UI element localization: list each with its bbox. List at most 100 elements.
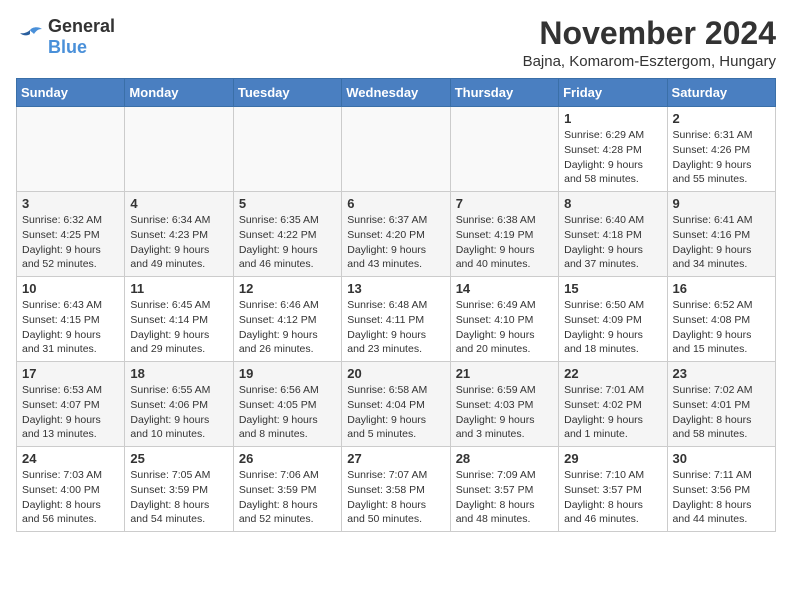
- day-info: Sunrise: 6:32 AM Sunset: 4:25 PM Dayligh…: [22, 213, 119, 272]
- day-info: Sunrise: 6:41 AM Sunset: 4:16 PM Dayligh…: [673, 213, 770, 272]
- header-wednesday: Wednesday: [342, 79, 450, 107]
- title-area: November 2024 Bajna, Komarom-Esztergom, …: [523, 16, 776, 70]
- calendar-cell: [342, 107, 450, 192]
- day-number: 15: [564, 281, 661, 296]
- calendar-cell: 5 Sunrise: 6:35 AM Sunset: 4:22 PM Daylig…: [233, 192, 341, 277]
- day-info: Sunrise: 6:52 AM Sunset: 4:08 PM Dayligh…: [673, 298, 770, 357]
- calendar-cell: [450, 107, 558, 192]
- day-info: Sunrise: 6:56 AM Sunset: 4:05 PM Dayligh…: [239, 383, 336, 442]
- calendar-cell: 29 Sunrise: 7:10 AM Sunset: 3:57 PM Dayli…: [559, 447, 667, 532]
- day-number: 27: [347, 451, 444, 466]
- day-info: Sunrise: 7:07 AM Sunset: 3:58 PM Dayligh…: [347, 468, 444, 527]
- day-number: 5: [239, 196, 336, 211]
- calendar-cell: 21 Sunrise: 6:59 AM Sunset: 4:03 PM Dayli…: [450, 362, 558, 447]
- calendar-cell: 23Sunrise: 7:02 AM Sunset: 4:01 PM Dayli…: [667, 362, 775, 447]
- calendar-cell: 2Sunrise: 6:31 AM Sunset: 4:26 PM Daylig…: [667, 107, 775, 192]
- calendar-cell: 15 Sunrise: 6:50 AM Sunset: 4:09 PM Dayli…: [559, 277, 667, 362]
- header-friday: Friday: [559, 79, 667, 107]
- logo: General Blue: [16, 16, 115, 58]
- day-info: Sunrise: 7:06 AM Sunset: 3:59 PM Dayligh…: [239, 468, 336, 527]
- day-number: 29: [564, 451, 661, 466]
- month-title: November 2024: [523, 16, 776, 51]
- day-number: 18: [130, 366, 227, 381]
- day-number: 22: [564, 366, 661, 381]
- day-number: 2: [673, 111, 770, 126]
- location-title: Bajna, Komarom-Esztergom, Hungary: [523, 53, 776, 70]
- header-monday: Monday: [125, 79, 233, 107]
- day-number: 28: [456, 451, 553, 466]
- header-saturday: Saturday: [667, 79, 775, 107]
- day-number: 6: [347, 196, 444, 211]
- day-number: 20: [347, 366, 444, 381]
- calendar-week-row: 3 Sunrise: 6:32 AM Sunset: 4:25 PM Daylig…: [17, 192, 776, 277]
- day-number: 14: [456, 281, 553, 296]
- day-number: 11: [130, 281, 227, 296]
- day-number: 21: [456, 366, 553, 381]
- day-info: Sunrise: 6:40 AM Sunset: 4:18 PM Dayligh…: [564, 213, 661, 272]
- day-number: 3: [22, 196, 119, 211]
- calendar-cell: 6Sunrise: 6:37 AM Sunset: 4:20 PM Daylig…: [342, 192, 450, 277]
- day-info: Sunrise: 6:55 AM Sunset: 4:06 PM Dayligh…: [130, 383, 227, 442]
- calendar-cell: 12Sunrise: 6:46 AM Sunset: 4:12 PM Dayli…: [233, 277, 341, 362]
- day-info: Sunrise: 7:09 AM Sunset: 3:57 PM Dayligh…: [456, 468, 553, 527]
- calendar-week-row: 1Sunrise: 6:29 AM Sunset: 4:28 PM Daylig…: [17, 107, 776, 192]
- day-number: 25: [130, 451, 227, 466]
- day-info: Sunrise: 6:45 AM Sunset: 4:14 PM Dayligh…: [130, 298, 227, 357]
- calendar-cell: 11 Sunrise: 6:45 AM Sunset: 4:14 PM Dayli…: [125, 277, 233, 362]
- day-info: Sunrise: 6:59 AM Sunset: 4:03 PM Dayligh…: [456, 383, 553, 442]
- calendar-cell: 20Sunrise: 6:58 AM Sunset: 4:04 PM Dayli…: [342, 362, 450, 447]
- day-number: 19: [239, 366, 336, 381]
- day-info: Sunrise: 6:46 AM Sunset: 4:12 PM Dayligh…: [239, 298, 336, 357]
- day-info: Sunrise: 6:49 AM Sunset: 4:10 PM Dayligh…: [456, 298, 553, 357]
- calendar-cell: 13 Sunrise: 6:48 AM Sunset: 4:11 PM Dayli…: [342, 277, 450, 362]
- calendar-cell: 30Sunrise: 7:11 AM Sunset: 3:56 PM Dayli…: [667, 447, 775, 532]
- page-header: General Blue November 2024 Bajna, Komaro…: [16, 16, 776, 70]
- day-number: 13: [347, 281, 444, 296]
- calendar-cell: 28 Sunrise: 7:09 AM Sunset: 3:57 PM Dayli…: [450, 447, 558, 532]
- calendar-header-row: SundayMondayTuesdayWednesdayThursdayFrid…: [17, 79, 776, 107]
- calendar-cell: 19 Sunrise: 6:56 AM Sunset: 4:05 PM Dayli…: [233, 362, 341, 447]
- logo-bird-icon: [16, 26, 44, 48]
- logo-text: General Blue: [48, 16, 115, 58]
- calendar-cell: 4Sunrise: 6:34 AM Sunset: 4:23 PM Daylig…: [125, 192, 233, 277]
- day-info: Sunrise: 6:53 AM Sunset: 4:07 PM Dayligh…: [22, 383, 119, 442]
- day-info: Sunrise: 6:48 AM Sunset: 4:11 PM Dayligh…: [347, 298, 444, 357]
- day-info: Sunrise: 6:43 AM Sunset: 4:15 PM Dayligh…: [22, 298, 119, 357]
- day-number: 16: [673, 281, 770, 296]
- calendar-cell: [17, 107, 125, 192]
- day-info: Sunrise: 7:11 AM Sunset: 3:56 PM Dayligh…: [673, 468, 770, 527]
- day-info: Sunrise: 7:03 AM Sunset: 4:00 PM Dayligh…: [22, 468, 119, 527]
- day-info: Sunrise: 7:01 AM Sunset: 4:02 PM Dayligh…: [564, 383, 661, 442]
- logo-general: General: [48, 16, 115, 36]
- calendar-cell: 10 Sunrise: 6:43 AM Sunset: 4:15 PM Dayli…: [17, 277, 125, 362]
- calendar-cell: 26 Sunrise: 7:06 AM Sunset: 3:59 PM Dayli…: [233, 447, 341, 532]
- calendar-cell: 27 Sunrise: 7:07 AM Sunset: 3:58 PM Dayli…: [342, 447, 450, 532]
- day-number: 24: [22, 451, 119, 466]
- calendar-cell: [125, 107, 233, 192]
- calendar-cell: 22 Sunrise: 7:01 AM Sunset: 4:02 PM Dayli…: [559, 362, 667, 447]
- header-thursday: Thursday: [450, 79, 558, 107]
- calendar-cell: 14 Sunrise: 6:49 AM Sunset: 4:10 PM Dayli…: [450, 277, 558, 362]
- day-info: Sunrise: 7:05 AM Sunset: 3:59 PM Dayligh…: [130, 468, 227, 527]
- calendar-cell: 7Sunrise: 6:38 AM Sunset: 4:19 PM Daylig…: [450, 192, 558, 277]
- day-number: 9: [673, 196, 770, 211]
- day-number: 17: [22, 366, 119, 381]
- day-info: Sunrise: 7:02 AM Sunset: 4:01 PM Dayligh…: [673, 383, 770, 442]
- day-info: Sunrise: 6:50 AM Sunset: 4:09 PM Dayligh…: [564, 298, 661, 357]
- calendar-cell: 1Sunrise: 6:29 AM Sunset: 4:28 PM Daylig…: [559, 107, 667, 192]
- header-tuesday: Tuesday: [233, 79, 341, 107]
- calendar-week-row: 24 Sunrise: 7:03 AM Sunset: 4:00 PM Dayli…: [17, 447, 776, 532]
- calendar-cell: 17 Sunrise: 6:53 AM Sunset: 4:07 PM Dayli…: [17, 362, 125, 447]
- calendar-cell: 3 Sunrise: 6:32 AM Sunset: 4:25 PM Daylig…: [17, 192, 125, 277]
- header-sunday: Sunday: [17, 79, 125, 107]
- calendar-cell: [233, 107, 341, 192]
- day-number: 10: [22, 281, 119, 296]
- day-number: 1: [564, 111, 661, 126]
- day-info: Sunrise: 6:38 AM Sunset: 4:19 PM Dayligh…: [456, 213, 553, 272]
- day-info: Sunrise: 6:35 AM Sunset: 4:22 PM Dayligh…: [239, 213, 336, 272]
- calendar-cell: 16 Sunrise: 6:52 AM Sunset: 4:08 PM Dayli…: [667, 277, 775, 362]
- calendar-cell: 24 Sunrise: 7:03 AM Sunset: 4:00 PM Dayli…: [17, 447, 125, 532]
- calendar-cell: 18 Sunrise: 6:55 AM Sunset: 4:06 PM Dayli…: [125, 362, 233, 447]
- day-number: 26: [239, 451, 336, 466]
- day-info: Sunrise: 7:10 AM Sunset: 3:57 PM Dayligh…: [564, 468, 661, 527]
